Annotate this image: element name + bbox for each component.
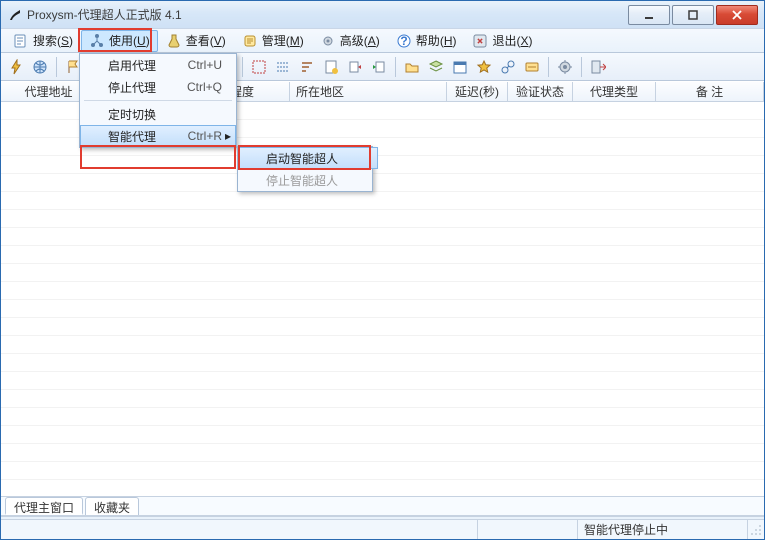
col-remark[interactable]: 备 注	[656, 82, 764, 101]
mi-start-smart-superman[interactable]: 启动智能超人	[238, 147, 378, 169]
gear-icon	[320, 33, 336, 49]
tb-globe[interactable]	[29, 56, 51, 78]
tb-filter[interactable]	[320, 56, 342, 78]
menubar: 搜索(S) 使用(U) 查看(V) 管理(M) 高级(A) ? 帮助(H) 退出…	[1, 29, 764, 53]
toolbar-separator	[242, 57, 243, 77]
tb-sort[interactable]	[296, 56, 318, 78]
scroll-icon	[242, 33, 258, 49]
tb-lightning[interactable]	[5, 56, 27, 78]
tb-export[interactable]	[344, 56, 366, 78]
menu-search[interactable]: 搜索(S)	[5, 30, 81, 52]
resize-grip-icon[interactable]	[748, 522, 764, 538]
help-icon: ?	[396, 33, 412, 49]
menu-use[interactable]: 使用(U)	[81, 30, 158, 52]
toolbar-separator	[581, 57, 582, 77]
menu-exit[interactable]: 退出(X)	[464, 30, 540, 52]
tb-card[interactable]	[521, 56, 543, 78]
tb-star[interactable]	[473, 56, 495, 78]
mi-enable-proxy[interactable]: 启用代理 Ctrl+U	[80, 54, 236, 76]
menu-manage[interactable]: 管理(M)	[234, 30, 312, 52]
status-cell-2	[478, 520, 578, 539]
tb-dotted-box[interactable]	[248, 56, 270, 78]
menu-advanced[interactable]: 高级(A)	[312, 30, 388, 52]
search-icon	[13, 33, 29, 49]
minimize-button[interactable]	[628, 5, 670, 25]
tab-main-window[interactable]: 代理主窗口	[5, 497, 83, 515]
col-latency[interactable]: 延迟(秒)	[447, 82, 508, 101]
data-grid[interactable]	[1, 102, 764, 496]
statusbar: 智能代理停止中	[1, 519, 764, 539]
menu-separator	[84, 100, 232, 101]
tb-import[interactable]	[368, 56, 390, 78]
close-button[interactable]	[716, 5, 758, 25]
col-location[interactable]: 所在地区	[290, 82, 447, 101]
toolbar-separator	[548, 57, 549, 77]
menu-help[interactable]: ? 帮助(H)	[388, 30, 465, 52]
tb-exit[interactable]	[587, 56, 609, 78]
mi-stop-smart-superman: 停止智能超人	[238, 169, 378, 191]
mi-smart-proxy[interactable]: 智能代理 Ctrl+R ▸	[80, 125, 236, 147]
app-icon	[7, 7, 23, 23]
tab-favorites[interactable]: 收藏夹	[85, 497, 139, 515]
window-buttons	[626, 5, 758, 25]
exit-icon	[472, 33, 488, 49]
toolbar-separator	[56, 57, 57, 77]
col-verify-status[interactable]: 验证状态	[508, 82, 573, 101]
mi-timed-switch[interactable]: 定时切换	[80, 103, 236, 125]
tb-calendar[interactable]	[449, 56, 471, 78]
app-window: Proxysm-代理超人正式版 4.1 搜索(S) 使用(U) 查看(V)	[0, 0, 765, 540]
flask-icon	[166, 33, 182, 49]
submenu-smart-proxy: 启动智能超人 停止智能超人	[237, 146, 373, 192]
status-smart-proxy: 智能代理停止中	[578, 520, 748, 539]
toolbar-separator	[395, 57, 396, 77]
tb-settings[interactable]	[554, 56, 576, 78]
tb-folder[interactable]	[401, 56, 423, 78]
window-title: Proxysm-代理超人正式版 4.1	[27, 6, 182, 23]
bottom-tabs: 代理主窗口 收藏夹	[1, 496, 764, 516]
col-proxy-type[interactable]: 代理类型	[573, 82, 656, 101]
caret-right-icon: ▸	[225, 129, 231, 143]
menu-use-dropdown: 启用代理 Ctrl+U 停止代理 Ctrl+Q 定时切换 智能代理 Ctrl+R…	[79, 53, 237, 148]
svg-text:?: ?	[400, 34, 407, 48]
tb-dotted-list[interactable]	[272, 56, 294, 78]
tb-layers[interactable]	[425, 56, 447, 78]
tree-icon	[89, 33, 105, 49]
tb-link[interactable]	[497, 56, 519, 78]
status-cell-1	[1, 520, 478, 539]
maximize-button[interactable]	[672, 5, 714, 25]
mi-stop-proxy[interactable]: 停止代理 Ctrl+Q	[80, 76, 236, 98]
menu-view[interactable]: 查看(V)	[158, 30, 234, 52]
titlebar: Proxysm-代理超人正式版 4.1	[1, 1, 764, 29]
